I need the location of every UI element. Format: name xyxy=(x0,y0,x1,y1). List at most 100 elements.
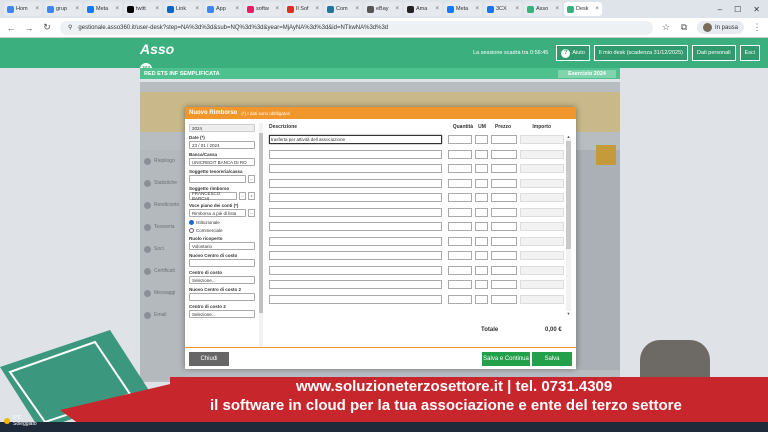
quantity-input[interactable] xyxy=(448,178,472,188)
profile-button[interactable]: In pausa xyxy=(696,21,744,34)
description-input[interactable] xyxy=(269,236,442,246)
tab-close-icon[interactable]: × xyxy=(235,6,239,12)
tab-close-icon[interactable]: × xyxy=(595,6,599,12)
scroll-up-icon[interactable]: ▲ xyxy=(566,134,571,139)
um-input[interactable] xyxy=(475,280,488,289)
price-input[interactable] xyxy=(491,222,517,231)
um-input[interactable] xyxy=(475,251,488,260)
price-input[interactable] xyxy=(491,251,517,260)
radio-institutional[interactable]: Istituzionale xyxy=(189,220,255,225)
extensions-icon[interactable]: ⧉ xyxy=(679,22,689,33)
browser-tab[interactable]: Desk × xyxy=(564,2,602,16)
close-window-icon[interactable]: ✕ xyxy=(753,5,760,14)
save-continue-button[interactable]: Salva e Continua xyxy=(482,351,530,366)
left-scrollbar[interactable] xyxy=(259,123,263,347)
description-input[interactable] xyxy=(269,193,442,202)
price-input[interactable] xyxy=(491,135,517,144)
um-input[interactable] xyxy=(475,149,488,159)
quantity-input[interactable] xyxy=(448,207,472,217)
description-input[interactable] xyxy=(269,207,442,217)
browser-tab[interactable]: 3CX × xyxy=(484,2,522,16)
um-input[interactable] xyxy=(475,178,488,188)
left-scrollbar-thumb[interactable] xyxy=(259,133,263,313)
treasury-subject-field[interactable] xyxy=(189,175,246,183)
cost-center-select[interactable]: Selezione... xyxy=(189,276,255,284)
um-input[interactable] xyxy=(475,207,488,217)
price-input[interactable] xyxy=(491,207,517,217)
browser-tab[interactable]: App × xyxy=(204,2,242,16)
description-input[interactable] xyxy=(269,178,442,188)
bookmark-star-icon[interactable]: ☆ xyxy=(661,22,671,33)
save-button[interactable]: Salva xyxy=(532,351,572,366)
fiscal-year-select[interactable]: Esercizio 2024 xyxy=(558,69,616,78)
quantity-input[interactable] xyxy=(448,222,472,231)
browser-tab[interactable]: Meta × xyxy=(444,2,482,16)
bank-select[interactable]: UNICREDIT BANCA DI RO xyxy=(189,158,255,166)
um-input[interactable] xyxy=(475,135,488,144)
browser-tab[interactable]: Asso × xyxy=(524,2,562,16)
forward-icon[interactable]: → xyxy=(24,23,34,33)
browser-tab[interactable]: grup × xyxy=(44,2,82,16)
account-search-button[interactable]: … xyxy=(248,209,255,217)
reload-icon[interactable]: ↻ xyxy=(42,22,52,33)
browser-tab[interactable]: softw × xyxy=(244,2,282,16)
quantity-input[interactable] xyxy=(448,149,472,159)
aiuto-button[interactable]: ? Aiuto xyxy=(556,45,590,61)
tab-close-icon[interactable]: × xyxy=(475,6,479,12)
um-input[interactable] xyxy=(475,164,488,173)
tab-close-icon[interactable]: × xyxy=(555,6,559,12)
um-input[interactable] xyxy=(475,265,488,275)
quantity-input[interactable] xyxy=(448,265,472,275)
tab-close-icon[interactable]: × xyxy=(435,6,439,12)
browser-tab[interactable]: twitt × xyxy=(124,2,162,16)
quantity-input[interactable] xyxy=(448,251,472,260)
price-input[interactable] xyxy=(491,265,517,275)
new-cost-center-field[interactable] xyxy=(189,259,255,267)
site-info-icon[interactable]: ⚲ xyxy=(68,24,72,31)
quantity-input[interactable] xyxy=(448,193,472,202)
grid-scrollbar-thumb[interactable] xyxy=(566,141,571,249)
price-input[interactable] xyxy=(491,280,517,289)
price-input[interactable] xyxy=(491,236,517,246)
back-icon[interactable]: ← xyxy=(6,23,16,33)
um-input[interactable] xyxy=(475,193,488,202)
description-input[interactable] xyxy=(269,280,442,289)
browser-tab[interactable]: Hom × xyxy=(4,2,42,16)
tab-close-icon[interactable]: × xyxy=(275,6,279,12)
quantity-input[interactable] xyxy=(448,294,472,304)
role-select[interactable]: Volontario xyxy=(189,242,255,250)
quantity-input[interactable] xyxy=(448,236,472,246)
tab-close-icon[interactable]: × xyxy=(355,6,359,12)
price-input[interactable] xyxy=(491,294,517,304)
browser-tab[interactable]: Link × xyxy=(164,2,202,16)
tab-close-icon[interactable]: × xyxy=(35,6,39,12)
weather-widget[interactable]: 8°C Soleggiato xyxy=(4,415,37,427)
price-input[interactable] xyxy=(491,193,517,202)
browser-tab[interactable]: eBay × xyxy=(364,2,402,16)
browser-tab[interactable]: Il Sof × xyxy=(284,2,322,16)
quantity-input[interactable] xyxy=(448,135,472,144)
tab-close-icon[interactable]: × xyxy=(115,6,119,12)
browser-tab[interactable]: Meta × xyxy=(84,2,122,16)
description-input[interactable] xyxy=(269,149,442,159)
tab-close-icon[interactable]: × xyxy=(155,6,159,12)
radio-commercial[interactable]: Commerciale xyxy=(189,228,255,233)
tab-close-icon[interactable]: × xyxy=(75,6,79,12)
description-input[interactable]: trasferta per attività dell associazione xyxy=(269,135,442,144)
um-input[interactable] xyxy=(475,294,488,304)
quantity-input[interactable] xyxy=(448,280,472,289)
my-desk-button[interactable]: Il mio desk (scadenza 31/12/2025) xyxy=(593,45,688,61)
description-input[interactable] xyxy=(269,164,442,173)
logout-button[interactable]: Esci xyxy=(739,45,760,61)
cost-center-2-select[interactable]: Selezione... xyxy=(189,310,255,318)
um-input[interactable] xyxy=(475,222,488,231)
um-input[interactable] xyxy=(475,236,488,246)
description-input[interactable] xyxy=(269,222,442,231)
reimbursement-subject-field[interactable]: FRANCESCO BARCHI xyxy=(189,191,237,201)
tab-close-icon[interactable]: × xyxy=(195,6,199,12)
quantity-input[interactable] xyxy=(448,164,472,173)
scroll-down-icon[interactable]: ▼ xyxy=(566,311,571,316)
new-cost-center-2-field[interactable] xyxy=(189,293,255,301)
menu-icon[interactable]: ⋮ xyxy=(752,22,762,33)
subject-clear-button[interactable]: × xyxy=(248,192,255,200)
